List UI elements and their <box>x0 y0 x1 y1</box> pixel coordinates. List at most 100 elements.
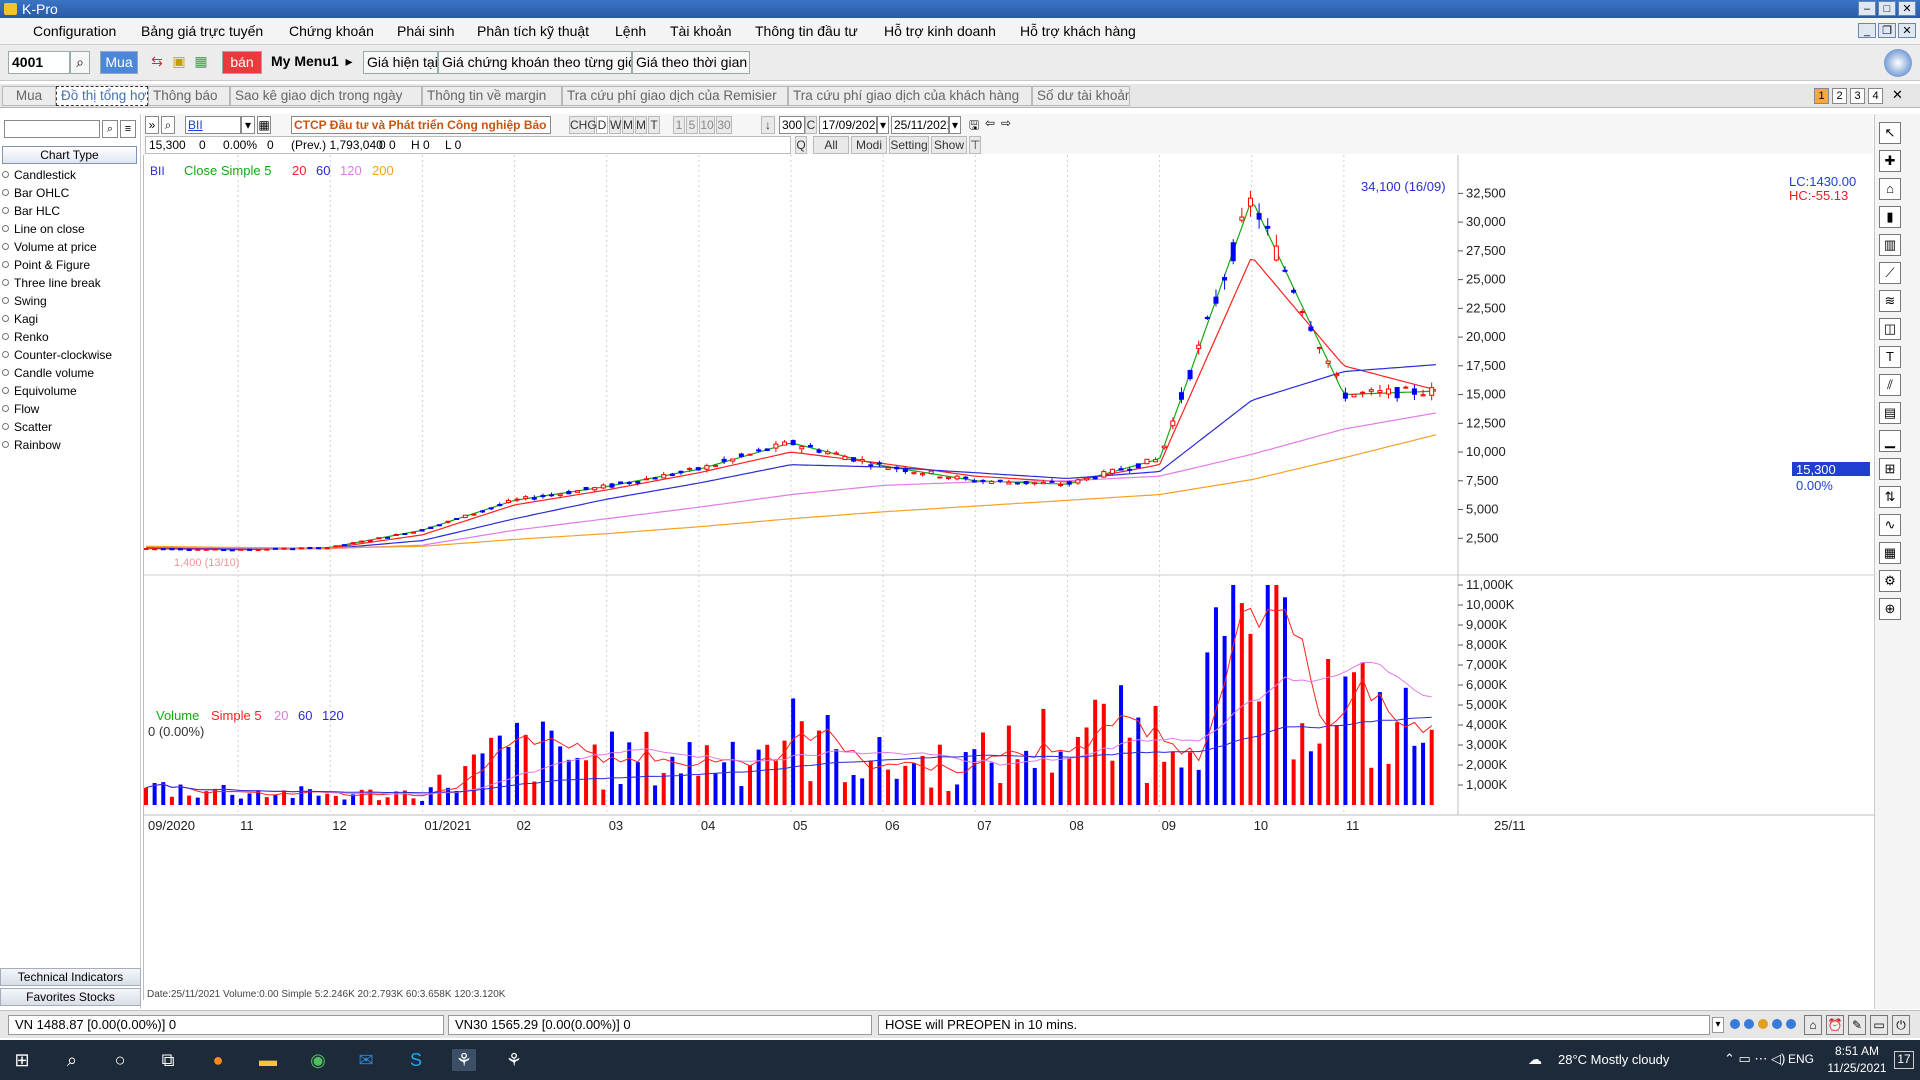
chart-type-bar-hlc[interactable]: Bar HLC <box>2 204 60 218</box>
compare-tool-icon[interactable]: ⇅ <box>1879 486 1901 508</box>
tab-chart-overview[interactable]: Đồ thị tổng hợp <box>56 86 148 106</box>
menu-customer-support[interactable]: Hỗ trợ khách hàng <box>1020 23 1136 39</box>
chart-type-bar-ohlc[interactable]: Bar OHLC <box>2 186 69 200</box>
period-month-button[interactable]: M <box>622 116 634 134</box>
notifications-icon[interactable]: 17 <box>1894 1051 1914 1069</box>
chart-area[interactable]: 09/2020 11 12 01/2021 02 03 04 05 06 07 08 09 10 11 25… <box>143 155 1874 1000</box>
pin-icon[interactable]: ⊤ <box>969 136 981 154</box>
message-dropdown-icon[interactable]: ▾ <box>1712 1017 1724 1033</box>
setting-button[interactable]: Setting <box>889 136 929 154</box>
pattern-tool-icon[interactable]: ◫ <box>1879 318 1901 340</box>
c-button[interactable]: C <box>805 116 817 134</box>
text-tool-icon[interactable]: T <box>1879 346 1901 368</box>
all-button[interactable]: All <box>813 136 849 154</box>
page-2-button[interactable]: 2 <box>1832 88 1847 104</box>
expand-icon[interactable]: » <box>145 116 159 134</box>
page-3-button[interactable]: 3 <box>1850 88 1865 104</box>
menu-price-board[interactable]: Bảng giá trực tuyến <box>141 23 263 39</box>
windows-start-icon[interactable]: ⊞ <box>10 1049 34 1071</box>
menu-investment-info[interactable]: Thông tin đầu tư <box>755 23 858 39</box>
indicator-tool-icon[interactable]: ∿ <box>1879 514 1901 536</box>
search-icon[interactable]: ⌕ <box>70 51 90 74</box>
buy-button[interactable]: Mua <box>100 51 138 74</box>
price-volume-chart[interactable]: 09/2020 11 12 01/2021 02 03 04 05 06 07 08 09 10 11 25… <box>143 155 1874 1000</box>
menu-orders[interactable]: Lệnh <box>615 23 646 39</box>
tab-customer-fees[interactable]: Tra cứu phí giao dịch của khách hàng <box>788 86 1032 106</box>
chart-type-equivolume[interactable]: Equivolume <box>2 384 77 398</box>
kpro-taskbar-icon[interactable]: ⚘ <box>452 1049 476 1071</box>
tab-daily-statement[interactable]: Sao kê giao dịch trong ngày <box>230 86 422 106</box>
menu-business-support[interactable]: Hỗ trợ kinh doanh <box>884 23 996 39</box>
symbol-dropdown-icon[interactable]: ▾ <box>241 116 255 134</box>
chart-type-point-figure[interactable]: Point & Figure <box>2 258 90 272</box>
tab-account-balance[interactable]: Số dư tài khoản <box>1032 86 1130 106</box>
symbol-code-input[interactable]: 4001 <box>8 51 70 74</box>
date-to-dropdown-icon[interactable]: ▾ <box>949 116 961 134</box>
minute-10-button[interactable]: 10 <box>699 116 715 134</box>
weather-icon[interactable]: ☁ <box>1528 1051 1542 1068</box>
info-toggle-button[interactable]: Q <box>795 136 807 154</box>
clock-date[interactable]: 11/25/2021 <box>1826 1061 1888 1075</box>
chart-type-counter-clockwise[interactable]: Counter-clockwise <box>2 348 112 362</box>
chart-type-rainbow[interactable]: Rainbow <box>2 438 61 452</box>
filter-search-icon[interactable]: ⌕ <box>102 120 118 138</box>
menu-technical-analysis[interactable]: Phân tích kỹ thuật <box>477 23 589 39</box>
firefox-icon[interactable]: ● <box>206 1049 230 1071</box>
tab-remisier-fees[interactable]: Tra cứu phí giao dịch của Remisier <box>562 86 788 106</box>
lock-screen-icon[interactable]: ⌂ <box>1804 1015 1822 1035</box>
modify-button[interactable]: Modi <box>851 136 887 154</box>
skype-icon[interactable]: S <box>404 1049 428 1071</box>
close-button[interactable]: ✕ <box>1898 1 1916 16</box>
inner-close-button[interactable]: ✕ <box>1898 23 1916 38</box>
crosshair-tool-icon[interactable]: ✚ <box>1879 150 1901 172</box>
window-icon[interactable]: ▭ <box>1870 1015 1888 1035</box>
bar-count-input[interactable]: 300 <box>779 116 805 134</box>
minute-30-button[interactable]: 30 <box>716 116 732 134</box>
menu-securities[interactable]: Chứng khoán <box>289 23 374 39</box>
minimize-button[interactable]: – <box>1858 1 1876 16</box>
chrome-icon[interactable]: ◉ <box>306 1049 330 1071</box>
tab-buy[interactable]: Mua <box>2 86 56 106</box>
chg-button[interactable]: CHG <box>569 116 597 134</box>
alarm-icon[interactable]: ⏰ <box>1826 1015 1844 1035</box>
inner-restore-button[interactable]: ❐ <box>1878 23 1896 38</box>
chart-type-swing[interactable]: Swing <box>2 294 47 308</box>
symbol-grid-icon[interactable]: ▦ <box>257 116 271 134</box>
chart-search-icon[interactable]: ⌕ <box>161 116 175 134</box>
weather-text[interactable]: 28°C Mostly cloudy <box>1558 1052 1669 1067</box>
date-from-dropdown-icon[interactable]: ▾ <box>877 116 889 134</box>
chart-type-flow[interactable]: Flow <box>2 402 39 416</box>
clock-time[interactable]: 8:51 AM <box>1826 1044 1888 1058</box>
transfer-icon[interactable]: ⇆ <box>148 51 166 74</box>
cursor-tool-icon[interactable]: ↖ <box>1879 122 1901 144</box>
home-tool-icon[interactable]: ⌂ <box>1879 178 1901 200</box>
kpro2-taskbar-icon[interactable]: ⚘ <box>502 1049 526 1071</box>
chart-type-scatter[interactable]: Scatter <box>2 420 52 434</box>
save-icon[interactable]: 🖫 <box>969 116 979 137</box>
period-day-button[interactable]: D <box>596 116 608 134</box>
toolbar-price-by-hour[interactable]: Giá chứng khoán theo từng giờ <box>438 51 632 74</box>
tray-icons[interactable]: ⌃ ▭ ⋯ ◁) <box>1724 1051 1785 1067</box>
chart-type-kagi[interactable]: Kagi <box>2 312 38 326</box>
chart-type-line-on-close[interactable]: Line on close <box>2 222 85 236</box>
table-tool-icon[interactable]: ▤ <box>1879 402 1901 424</box>
date-from-input[interactable]: 17/09/2021 <box>819 116 877 134</box>
toolbar-current-price[interactable]: Giá hiện tại <box>363 51 438 74</box>
fibonacci-tool-icon[interactable]: ≋ <box>1879 290 1901 312</box>
minute-5-button[interactable]: 5 <box>686 116 698 134</box>
download-icon[interactable]: ↓ <box>761 116 775 134</box>
inner-minimize-button[interactable]: _ <box>1858 23 1876 38</box>
cortana-icon[interactable]: ○ <box>108 1049 132 1071</box>
my-menu-button[interactable]: My Menu1 <box>268 51 340 74</box>
channel-tool-icon[interactable]: ⫽ <box>1879 374 1901 396</box>
menu-derivatives[interactable]: Phái sinh <box>397 23 455 39</box>
candle-tool-icon[interactable]: ▮ <box>1879 206 1901 228</box>
task-view-icon[interactable]: ⧉ <box>156 1049 180 1071</box>
period-week-button[interactable]: W <box>609 116 621 134</box>
outlook-icon[interactable]: ✉ <box>354 1049 378 1071</box>
chart-mini-icon[interactable]: ▦ <box>1879 542 1901 564</box>
exit-icon[interactable]: ⏻ <box>1892 1015 1910 1035</box>
minute-1-button[interactable]: 1 <box>673 116 685 134</box>
chart-symbol-input[interactable]: BII <box>185 116 241 134</box>
trendline-tool-icon[interactable]: ⟋ <box>1879 262 1901 284</box>
